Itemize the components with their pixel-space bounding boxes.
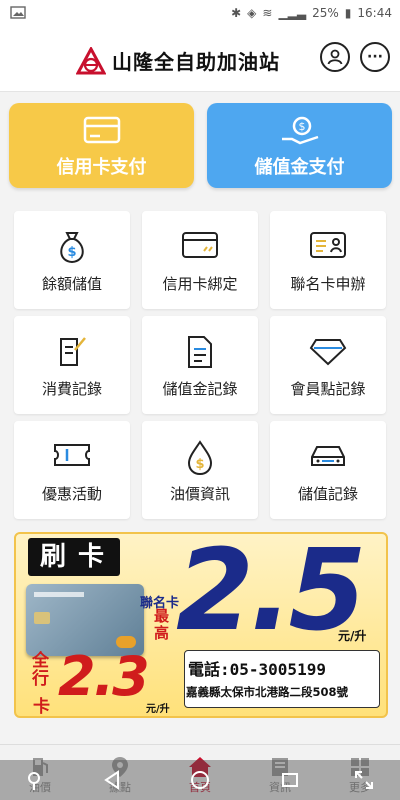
card-label: 信用卡綁定 xyxy=(162,275,238,293)
all-line-label-2: 卡 xyxy=(33,697,50,717)
hand-coin-icon: $ xyxy=(281,116,318,145)
oil-drop-icon: $ xyxy=(187,440,213,476)
credit-card-icon xyxy=(83,116,120,144)
recents-icon[interactable] xyxy=(278,768,302,792)
money-bag-icon: $ xyxy=(60,232,84,264)
card-cobrand-apply[interactable]: 聯名卡申辦 xyxy=(270,211,386,309)
highest-label: 最高 xyxy=(154,607,170,642)
document-icon xyxy=(188,336,212,368)
wifi-icon: ≋ xyxy=(262,6,273,20)
card-oil-price-info[interactable]: $ 油價資訊 xyxy=(142,421,258,519)
small-price-unit: 元/升 xyxy=(146,704,170,715)
card-credit-bind[interactable]: 信用卡綁定 xyxy=(142,211,258,309)
app-header: 山隆全自助加油站 ··· xyxy=(0,28,400,92)
address-text: 嘉義縣太保市北港路二段508號 xyxy=(186,685,349,699)
id-card-icon xyxy=(310,232,346,258)
card-label: 油價資訊 xyxy=(169,485,230,503)
home-circle-icon[interactable] xyxy=(188,768,212,792)
card-purchase-history[interactable]: 消費記錄 xyxy=(14,316,130,414)
diamond-icon xyxy=(309,339,347,366)
card-label: 優惠活動 xyxy=(41,485,102,503)
stored-value-pay-button[interactable]: $ 儲值金支付 xyxy=(207,103,392,188)
all-line-label-1: 全行 xyxy=(32,651,49,689)
svg-text:$: $ xyxy=(67,245,76,260)
vibrate-icon: ◈ xyxy=(247,6,257,20)
credit-card-icon xyxy=(182,232,218,258)
card-label: 消費記錄 xyxy=(41,380,102,398)
credit-card-pay-button[interactable]: 信用卡支付 xyxy=(9,103,194,188)
signal-icon: ▁▂▃ xyxy=(278,6,307,20)
banner-headline: 刷卡 xyxy=(28,538,120,576)
phone-text: 電話:05-3005199 xyxy=(188,660,326,679)
receipt-edit-icon xyxy=(60,337,86,366)
chat-button[interactable]: ··· xyxy=(360,42,390,72)
chat-icon: ··· xyxy=(367,49,383,65)
card-stored-value-history[interactable]: 儲值金記錄 xyxy=(142,316,258,414)
card-member-points[interactable]: 會員點記錄 xyxy=(270,316,386,414)
user-icon xyxy=(327,49,343,65)
card-promotions[interactable]: 優惠活動 xyxy=(14,421,130,519)
app-title: 山隆全自助加油站 xyxy=(112,50,280,74)
card-label: 儲值記錄 xyxy=(297,485,358,503)
clock: 16:44 xyxy=(357,6,392,20)
brand-logo-icon xyxy=(76,46,106,74)
credit-card-pay-label: 信用卡支付 xyxy=(56,157,147,178)
stored-value-pay-label: 儲值金支付 xyxy=(254,157,345,178)
battery-text: 25% xyxy=(312,6,339,20)
ticket-icon xyxy=(54,444,90,466)
card-balance-topup[interactable]: $ 餘額儲值 xyxy=(14,211,130,309)
battery-icon: ▮ xyxy=(344,6,352,20)
big-price-unit: 元/升 xyxy=(338,629,367,643)
status-bar: ✱ ◈ ≋ ▁▂▃ 25% ▮ 16:44 xyxy=(0,0,400,28)
pin-icon[interactable] xyxy=(22,768,46,792)
image-notification-icon xyxy=(10,6,26,22)
back-icon[interactable] xyxy=(100,768,124,792)
big-price: 2.5 xyxy=(176,532,366,656)
promo-banner[interactable]: 刷卡 聯名卡 最高 2.5 元/升 全行 卡 2.3 元/升 電話:05-300… xyxy=(14,532,388,718)
system-nav-overlay xyxy=(0,760,400,800)
card-label: 儲值金記錄 xyxy=(162,380,238,398)
card-label: 餘額儲值 xyxy=(41,275,102,293)
svg-text:$: $ xyxy=(195,457,204,472)
brand: 山隆全自助加油站 xyxy=(76,46,280,75)
profile-button[interactable] xyxy=(320,42,350,72)
car-icon xyxy=(311,446,345,466)
bluetooth-icon: ✱ xyxy=(231,6,242,20)
card-topup-history[interactable]: 儲值記錄 xyxy=(270,421,386,519)
small-price: 2.3 xyxy=(58,645,150,708)
card-label: 聯名卡申辦 xyxy=(290,275,366,293)
svg-text:$: $ xyxy=(298,120,305,133)
expand-icon[interactable] xyxy=(352,768,376,792)
card-label: 會員點記錄 xyxy=(290,380,366,398)
